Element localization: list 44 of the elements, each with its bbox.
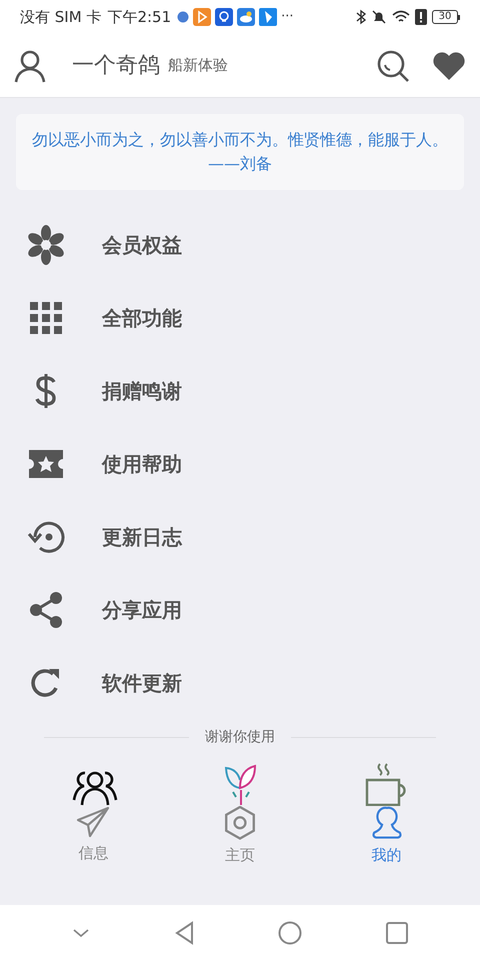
user-icon[interactable] bbox=[14, 48, 46, 82]
menu-item[interactable]: 会员权益 bbox=[102, 230, 182, 260]
weather-app-icon bbox=[237, 8, 256, 26]
grid-icon bbox=[30, 302, 62, 334]
ticket-star-icon bbox=[27, 448, 65, 480]
back-icon[interactable] bbox=[174, 920, 194, 944]
dollar-icon bbox=[34, 372, 58, 408]
carrier-text: 没有 SIM 卡 bbox=[20, 6, 102, 28]
chevron-down-icon[interactable] bbox=[72, 928, 90, 938]
app-title: 一个奇鸽 bbox=[72, 52, 160, 80]
menu-item[interactable]: 软件更新 bbox=[102, 668, 182, 698]
menu-item[interactable]: 使用帮助 bbox=[102, 448, 182, 478]
quote-text: 勿以恶小而为之，勿以善小而不为。惟贤惟德，能服于人。——刘备 bbox=[16, 114, 464, 190]
share-icon bbox=[28, 590, 64, 628]
sprout-icon bbox=[222, 764, 259, 806]
status-time: 下午2:51 bbox=[107, 6, 172, 28]
paper-plane-icon bbox=[76, 806, 110, 838]
more-notifications-text: ··· bbox=[281, 8, 294, 26]
globe-icon bbox=[177, 11, 190, 23]
person-icon bbox=[370, 806, 403, 840]
footer-note: 谢谢你使用 bbox=[205, 728, 275, 747]
flower-icon bbox=[26, 224, 66, 264]
play-app-icon bbox=[193, 8, 212, 26]
bulb-app-icon bbox=[215, 8, 234, 26]
wifi-icon bbox=[392, 10, 410, 24]
bluetooth-icon bbox=[356, 9, 366, 25]
app-subtitle: 船新体验 bbox=[168, 55, 228, 76]
history-icon bbox=[26, 518, 66, 554]
bell-muted-icon bbox=[371, 9, 387, 25]
battery-icon: 30 bbox=[432, 10, 460, 24]
coffee-cup-icon bbox=[364, 762, 408, 806]
recents-icon[interactable] bbox=[386, 922, 408, 944]
menu-item[interactable]: 捐赠鸣谢 bbox=[102, 376, 182, 406]
tab-button[interactable]: 我的 bbox=[346, 806, 427, 866]
heart-icon[interactable] bbox=[432, 50, 466, 80]
people-icon bbox=[72, 770, 118, 806]
arrow-app-icon bbox=[259, 8, 278, 26]
search-icon[interactable] bbox=[376, 48, 410, 82]
hexagon-icon bbox=[224, 806, 256, 840]
sim-alert-icon bbox=[415, 9, 427, 25]
menu-item[interactable]: 更新日志 bbox=[102, 522, 182, 552]
menu-item[interactable]: 全部功能 bbox=[102, 302, 182, 332]
menu-item[interactable]: 分享应用 bbox=[102, 594, 182, 624]
home-icon[interactable] bbox=[278, 920, 302, 944]
